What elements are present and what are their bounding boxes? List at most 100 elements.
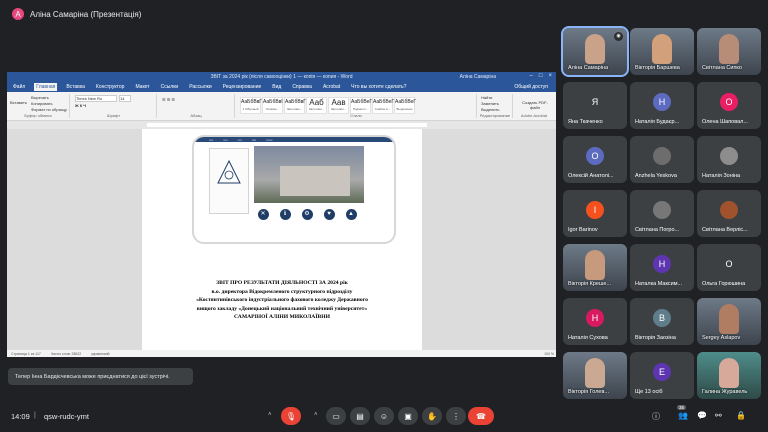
leave-call-button[interactable]: ☎ bbox=[468, 407, 494, 425]
participant-tile[interactable]: Вікторія Голев... bbox=[563, 352, 627, 399]
website-brochure-image bbox=[209, 148, 249, 214]
style-emphasis: АаБбВеГ Выделение bbox=[394, 97, 416, 114]
acrobat-label: Adobe Acrobat bbox=[520, 113, 548, 118]
maximize-icon: □ bbox=[538, 73, 543, 79]
participant-tile[interactable]: Наталія Зоніна bbox=[697, 136, 761, 183]
clock: 14:09 bbox=[11, 412, 30, 421]
avatar: Н bbox=[653, 254, 671, 273]
font-name: Times New Ro bbox=[75, 95, 117, 102]
chat-icon[interactable]: 💬 bbox=[697, 411, 707, 420]
avatar-photo bbox=[720, 146, 738, 165]
avatar: Я bbox=[586, 92, 604, 111]
replace-button: Заменить bbox=[481, 101, 499, 106]
raise-hand-button[interactable]: ✋ bbox=[422, 407, 442, 425]
tab-references: Ссылки bbox=[160, 84, 179, 90]
doc-line-1: ЗВІТ ПРО РЕЗУЛЬТАТИ ДІЯЛЬНОСТІ ЗА 2024 р… bbox=[216, 280, 348, 286]
style-normal: АаБбВвГг 1 Обычный bbox=[240, 97, 264, 114]
participant-tile[interactable]: Світлана Верліс... bbox=[697, 190, 761, 237]
participant-tile[interactable]: Sergey Aslapov bbox=[697, 298, 761, 345]
doc-line-5: САМАРІНОЇ АЛІНИ МИКОЛАЇВНИ bbox=[234, 314, 330, 321]
more-icon: ⋮ bbox=[452, 411, 460, 421]
avatar: О bbox=[720, 254, 738, 273]
participant-tile[interactable]: Я Яна Ткаченко bbox=[563, 82, 627, 129]
participant-tile[interactable]: Н Наталія Будаєр... bbox=[630, 82, 694, 129]
captions-button[interactable]: ▤ bbox=[350, 407, 370, 425]
participant-tile[interactable]: О Ольга Горюшина bbox=[697, 244, 761, 291]
participant-tile[interactable]: О Олексій Анатолі... bbox=[563, 136, 627, 183]
host-controls-icon[interactable]: 🔒 bbox=[736, 411, 746, 420]
participant-tile[interactable]: О Олена Шаповал... bbox=[697, 82, 761, 129]
present-button[interactable]: ▣ bbox=[398, 407, 418, 425]
participant-tile[interactable]: ◉ Аліна Самаріна bbox=[561, 26, 629, 77]
chevron-up-icon[interactable]: ˄ bbox=[268, 412, 272, 418]
camera-button[interactable]: ▭ bbox=[326, 407, 346, 425]
chevron-up-icon[interactable]: ˄ bbox=[314, 412, 318, 418]
doc-line-3: «Костянтинівського індустріального фахов… bbox=[196, 297, 368, 304]
close-icon: × bbox=[548, 73, 552, 79]
website-icon-5: ▲ bbox=[342, 209, 360, 222]
presenter-avatar: A bbox=[12, 8, 24, 20]
separator: | bbox=[34, 412, 36, 419]
presenter-bar: A Аліна Самаріна (Презентація) bbox=[0, 0, 768, 28]
clipboard-label: Буфер обмена bbox=[24, 113, 52, 118]
participant-tile[interactable]: Вікторія Креше... bbox=[563, 244, 627, 291]
participant-tile[interactable]: Галина Журавель bbox=[697, 352, 761, 399]
participant-tile[interactable]: Н Наталка Максим... bbox=[630, 244, 694, 291]
tab-mailings: Рассылки bbox=[189, 84, 212, 90]
emblem-icon bbox=[217, 159, 241, 184]
style-heading3: Аав Заголово... bbox=[328, 97, 349, 114]
join-notification: Тепер Інна Бардієчевська може приєднатис… bbox=[8, 368, 193, 385]
mic-off-button[interactable]: 🎙 bbox=[281, 407, 301, 425]
paragraph-label: Абзац bbox=[190, 113, 202, 118]
people-icon[interactable]: 👥 bbox=[678, 411, 688, 420]
avatar: О bbox=[720, 92, 738, 111]
website-icon-4: ♥ bbox=[320, 209, 338, 222]
styles-group: АаБбВвГг 1 Обычный АаБбВвІ Основн... АаБбВ… bbox=[236, 94, 477, 118]
paragraph-group: ☰ ☰ ☰ Абзац bbox=[158, 94, 235, 118]
editing-label: Редактирование bbox=[479, 113, 511, 118]
acrobat-group: Создать PDF-файл Adobe Acrobat bbox=[514, 94, 554, 118]
word-titlebar: ЗВІТ за 2024 рік (після самооцінки) 1 — … bbox=[7, 72, 556, 82]
avatar: I bbox=[586, 200, 604, 219]
bold-icon: Ж К Ч bbox=[75, 103, 87, 108]
participant-tile[interactable]: Н Наталія Сухова bbox=[563, 298, 627, 345]
tab-help: Справка bbox=[292, 84, 312, 90]
word-menubar: Файл Главная Вставка Конструктор Макет С… bbox=[7, 82, 556, 92]
meeting-controls-bar: 14:09 | qsw-rudc-ymt ˄ 🎙 ˄ ▭ ▤ ☺ ▣ ✋ ⋮ ☎… bbox=[0, 400, 768, 432]
more-options-button[interactable]: ⋮ bbox=[446, 407, 466, 425]
document-page: ▪▪▪▪ ▪▪▪▪ ▪▪▪▪ ▪▪▪▪ ▪▪▪▪▪▪ ✕ ℹ ⚙ ♥ ▲ ЗВІТ ПР… bbox=[142, 129, 422, 350]
doc-line-2: в.о. директора Відокремленого структурно… bbox=[211, 288, 353, 295]
find-button: Найти bbox=[481, 95, 493, 100]
avatar-photo bbox=[653, 200, 671, 219]
cut-button: Вырезать bbox=[31, 95, 49, 100]
website-icon-3: ⚙ bbox=[298, 209, 316, 222]
emoji-icon: ☺ bbox=[379, 411, 389, 421]
participant-tile[interactable]: Anzhela Yeskova bbox=[630, 136, 694, 183]
emoji-button[interactable]: ☺ bbox=[374, 407, 394, 425]
participant-tile[interactable]: I Igor Barinov bbox=[563, 190, 627, 237]
activities-icon[interactable]: ⚯ bbox=[715, 411, 722, 420]
speaking-icon: ◉ bbox=[614, 32, 623, 41]
avatar: О bbox=[586, 146, 604, 165]
info-icon[interactable]: ⓘ bbox=[652, 411, 660, 422]
meeting-code: qsw-rudc-ymt bbox=[44, 412, 90, 421]
tab-review: Рецензирование bbox=[222, 84, 262, 90]
participant-tile[interactable]: Світлана Сипко bbox=[697, 28, 761, 75]
more-participants-tile[interactable]: Е Ще 13 осіб bbox=[630, 352, 694, 399]
participant-tile[interactable]: В Вікторія Заозіна bbox=[630, 298, 694, 345]
font-size: 14 bbox=[119, 95, 131, 102]
styles-label: Стили bbox=[350, 113, 362, 118]
avatar: Е bbox=[653, 362, 671, 381]
minimize-icon: – bbox=[529, 73, 533, 79]
website-building-photo bbox=[254, 146, 364, 203]
style-subtle: АаБбВеГ Слабое в... bbox=[372, 97, 394, 114]
present-icon: ▣ bbox=[404, 411, 412, 421]
participant-tile[interactable]: Світлана Погро... bbox=[630, 190, 694, 237]
tab-layout: Макет bbox=[135, 84, 150, 90]
participant-tile[interactable]: Вікторія Баршева bbox=[630, 28, 694, 75]
tell-me: Что вы хотите сделать? bbox=[351, 84, 407, 90]
presenter-label: Аліна Самаріна (Презентація) bbox=[30, 9, 142, 19]
style-heading1: АаБбВвГ Заголово... bbox=[284, 97, 306, 114]
avatar-photo bbox=[720, 200, 738, 219]
website-icon-row: ✕ ℹ ⚙ ♥ ▲ bbox=[254, 209, 360, 222]
